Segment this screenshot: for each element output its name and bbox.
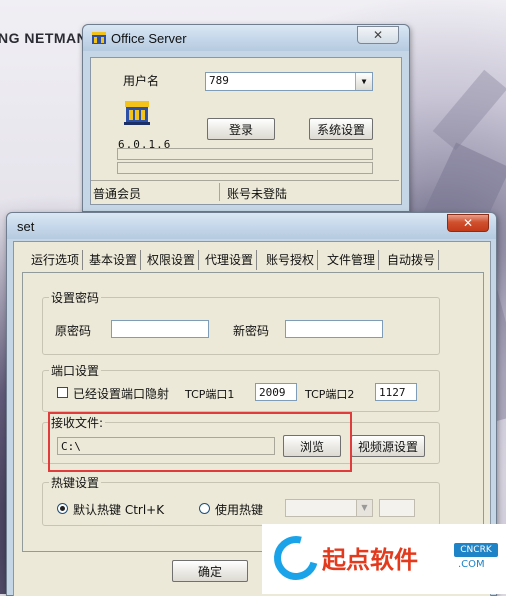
hotkey-key-field[interactable] — [379, 499, 415, 517]
port-mapping-checkbox[interactable] — [57, 387, 68, 398]
ok-button[interactable]: 确定 — [172, 560, 248, 582]
tcp2-label: TCP端口2 — [305, 388, 355, 401]
username-value: 789 — [209, 74, 229, 87]
password-group: 设置密码 原密码 新密码 — [42, 289, 440, 355]
tab-strip: 运行选项 基本设置 权限设置 代理设置 账号授权 文件管理 自动拨号 — [22, 250, 452, 272]
set-window-title: set — [17, 219, 35, 234]
port-mapping-label: 已经设置端口隐射 — [73, 387, 170, 401]
new-password-label: 新密码 — [233, 324, 270, 338]
hotkey-combobox[interactable]: ▼ — [285, 499, 373, 517]
username-combobox[interactable]: 789 ▼ — [205, 72, 373, 91]
dropdown-arrow-icon[interactable]: ▼ — [355, 73, 372, 90]
tcp1-label: TCP端口1 — [185, 388, 235, 401]
tab-proxy[interactable]: 代理设置 — [202, 250, 258, 270]
background-shard — [432, 69, 506, 151]
watermark-domain: .COM — [458, 559, 485, 570]
watermark-badge: CNCRK — [454, 543, 498, 557]
default-hotkey-radio[interactable] — [57, 503, 68, 514]
tcp1-port-field[interactable]: 2009 — [255, 383, 297, 401]
progress-bar-secondary — [117, 162, 373, 174]
app-logo-icon — [92, 32, 106, 44]
watermark-logo-icon — [265, 527, 327, 589]
highlight-box — [48, 412, 352, 472]
video-source-settings-button[interactable]: 视频源设置 — [351, 435, 425, 457]
old-password-field[interactable] — [111, 320, 209, 338]
hotkey-dropdown-arrow-icon[interactable]: ▼ — [356, 500, 372, 516]
status-bar: 普通会员 账号未登陆 — [91, 180, 399, 203]
tab-auto-dial[interactable]: 自动拨号 — [384, 250, 440, 270]
server-logo-icon — [124, 101, 150, 125]
watermark: 起点软件 CNCRK .COM — [262, 524, 506, 594]
custom-hotkey-radio[interactable] — [199, 503, 210, 514]
login-client: 用户名 789 ▼ 6.0.1.6 登录 系统设置 普通会员 账号未登陆 — [90, 57, 402, 205]
set-close-button[interactable]: ✕ — [447, 214, 489, 232]
username-label: 用户名 — [123, 74, 160, 88]
status-member-type: 普通会员 — [93, 187, 142, 201]
login-window-title: Office Server — [111, 31, 187, 46]
tab-run-options[interactable]: 运行选项 — [28, 250, 84, 270]
status-divider — [219, 183, 220, 201]
hotkey-group-title: 热键设置 — [49, 474, 102, 491]
tcp2-port-field[interactable]: 1127 — [375, 383, 417, 401]
background-app-title: NG NETMAN — [0, 30, 88, 46]
progress-bar — [117, 148, 373, 160]
tab-file-management[interactable]: 文件管理 — [324, 250, 380, 270]
set-titlebar[interactable]: set ✕ — [7, 213, 496, 239]
port-group-title: 端口设置 — [49, 362, 102, 379]
login-titlebar[interactable]: Office Server ✕ — [83, 25, 409, 51]
new-password-field[interactable] — [285, 320, 383, 338]
old-password-label: 原密码 — [55, 324, 92, 338]
port-group: 端口设置 已经设置端口隐射 TCP端口1 2009 TCP端口2 1127 — [42, 362, 440, 412]
tab-permissions[interactable]: 权限设置 — [144, 250, 200, 270]
tab-basic-settings[interactable]: 基本设置 — [86, 250, 142, 270]
tab-account-auth[interactable]: 账号授权 — [263, 250, 319, 270]
hotkey-group: 热键设置 默认热键 Ctrl+K 使用热键 ▼ — [42, 474, 440, 526]
login-close-button[interactable]: ✕ — [357, 26, 399, 44]
system-settings-button[interactable]: 系统设置 — [309, 118, 373, 140]
login-window: Office Server ✕ 用户名 789 ▼ 6.0.1.6 登录 系统设… — [82, 24, 410, 212]
default-hotkey-label: 默认热键 Ctrl+K — [73, 503, 165, 517]
login-button[interactable]: 登录 — [207, 118, 275, 140]
custom-hotkey-label: 使用热键 — [215, 503, 264, 517]
watermark-brand: 起点软件 — [322, 546, 418, 574]
password-group-title: 设置密码 — [49, 289, 102, 306]
status-login-state: 账号未登陆 — [227, 187, 288, 201]
